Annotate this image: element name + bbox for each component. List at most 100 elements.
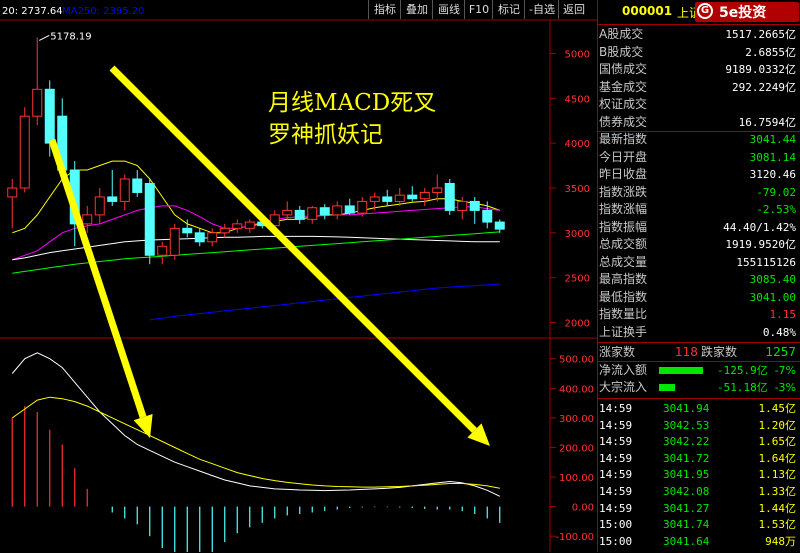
flow-pct: -3%	[774, 381, 796, 394]
tick-row: 14:59 3041.95 1.13亿	[597, 467, 800, 484]
candle-body	[344, 205, 355, 214]
toolbar-item-2[interactable]: 画线	[432, 0, 465, 19]
tick-time: 14:59	[599, 418, 633, 432]
logo-icon: G	[697, 3, 713, 19]
stat-row: 国债成交 9189.0332亿	[599, 61, 798, 78]
candle-body	[107, 196, 118, 202]
toolbar-item-5[interactable]: -自选	[524, 0, 559, 19]
toolbar-item-4[interactable]: 标记	[492, 0, 525, 19]
macd-tick-label: -100.00	[555, 532, 594, 543]
stat-label: 上证换手	[599, 324, 648, 339]
toolbar-item-1[interactable]: 叠加	[400, 0, 433, 19]
overlay-subtitle: 罗神抓妖记	[268, 122, 383, 148]
stat-row: B股成交 2.6855亿	[599, 44, 798, 61]
ma-line-4	[149, 283, 500, 321]
stat-label: 国债成交	[599, 62, 648, 76]
stat-row: 指数振幅 44.40/1.42%	[599, 219, 798, 236]
flow-bar	[659, 384, 675, 391]
stat-label: 债券成交	[599, 114, 648, 129]
y-tick-label: 3500	[565, 184, 590, 195]
up-count-value: 118	[675, 345, 698, 359]
tick-list: 14:59 3041.94 1.45亿 14:59 3042.53 1.20亿 14:59 3…	[597, 398, 800, 553]
candle-body	[294, 209, 305, 220]
down-count-label: 跌家数	[701, 345, 738, 359]
tick-price: 3041.27	[663, 501, 710, 515]
macd-tick-label: 0.00	[572, 503, 594, 514]
high-pointer	[39, 34, 50, 41]
down-count-value: 1257	[765, 345, 796, 359]
tick-volume: 1.44亿	[758, 501, 797, 515]
macd-dif-line	[11, 352, 501, 497]
logo-text: 5e投资	[719, 5, 767, 21]
macd-tick-label: 200.00	[559, 443, 594, 454]
candle-body	[119, 178, 130, 202]
stat-value: 3041.00	[749, 290, 796, 304]
flow-value: -51.18亿	[717, 381, 768, 394]
stat-label: 最低指数	[599, 289, 648, 304]
stat-row: 指数涨幅 -2.53%	[599, 201, 798, 218]
tick-row: 14:59 3042.22 1.65亿	[597, 434, 800, 451]
stat-value: 9189.0332亿	[725, 63, 796, 76]
candle-body	[194, 232, 205, 243]
candle-body	[169, 227, 180, 256]
y-tick-label: 5000	[565, 49, 590, 60]
candle-body	[419, 191, 430, 200]
y-tick-label: 4500	[565, 94, 590, 105]
tick-row: 14:59 3042.53 1.20亿	[597, 418, 800, 435]
stat-row: 最新指数 3041.44	[599, 131, 798, 148]
stat-label: 指数振幅	[599, 219, 648, 234]
tick-price: 3041.94	[663, 402, 710, 415]
candle-body	[282, 209, 293, 216]
candle-body	[7, 187, 18, 198]
macd-tick-label: 400.00	[559, 384, 594, 395]
y-tick-label: 3000	[565, 229, 590, 240]
stat-label: 指数量比	[599, 307, 648, 321]
breadth-row: 涨家数 118 跌家数 1257	[597, 342, 800, 362]
candle-body	[144, 182, 155, 256]
stat-row: 债券成交 16.7594亿	[597, 114, 800, 132]
tick-price: 3042.53	[663, 418, 710, 432]
tick-time: 15:00	[599, 534, 633, 548]
stat-label: 指数涨幅	[599, 202, 648, 216]
tick-volume: 1.65亿	[758, 435, 797, 449]
stat-value: 3085.40	[749, 273, 796, 286]
chart-area[interactable]: 20: 2737.64 MA250: 2395.20 5000 4500 4000 350…	[0, 0, 597, 552]
up-count-label: 涨家数	[599, 345, 636, 359]
high-label: 5178.19	[50, 31, 91, 42]
toolbar-item-6[interactable]: 返回	[558, 0, 589, 19]
candle-body	[207, 232, 218, 243]
stat-label: 最新指数	[599, 132, 648, 146]
index-code: 000001	[622, 4, 673, 18]
stat-value: -2.53%	[756, 203, 796, 216]
panel-border	[597, 0, 598, 552]
stat-label: 总成交额	[599, 237, 648, 251]
stat-value: 3041.44	[749, 133, 796, 146]
candle-body	[32, 88, 43, 117]
stat-label: A股成交	[599, 27, 644, 41]
macd-dea-line	[12, 396, 500, 489]
stat-row: 总成交量 155115126	[599, 254, 798, 271]
macd-tick-label: 100.00	[559, 473, 594, 484]
stat-row: 指数涨跌 -79.02	[599, 184, 798, 201]
quote-panel: 000001 上证指数 G 5e投资 A股成交 1517.2665亿 B股成交 2.6…	[597, 0, 800, 552]
tick-price: 3042.08	[663, 485, 710, 498]
stat-value: 1919.9520亿	[725, 238, 796, 251]
toolbar-item-3[interactable]: F10	[464, 0, 493, 19]
tick-volume: 1.64亿	[758, 451, 797, 465]
stat-row: 最低指数 3041.00	[599, 289, 798, 306]
stat-row: 最高指数 3085.40	[599, 271, 798, 288]
flow-row: 大宗流入 -51.18亿 -3%	[599, 379, 798, 396]
stat-label: 今日开盘	[599, 149, 648, 164]
candle-body	[307, 207, 318, 220]
stat-value: -79.02	[756, 185, 796, 199]
tick-row: 14:59 3042.08 1.33亿	[597, 484, 800, 501]
tick-volume: 1.13亿	[758, 468, 797, 482]
tick-price: 3042.22	[663, 435, 710, 449]
tick-time: 14:59	[599, 402, 633, 415]
stat-value: 3081.14	[749, 150, 796, 164]
tick-row: 14:59 3041.94 1.45亿	[597, 401, 800, 418]
candle-body	[407, 194, 418, 200]
arrow-left-head	[133, 413, 153, 438]
toolbar-item-0[interactable]: 指标	[368, 0, 401, 19]
candle-body	[469, 200, 480, 211]
